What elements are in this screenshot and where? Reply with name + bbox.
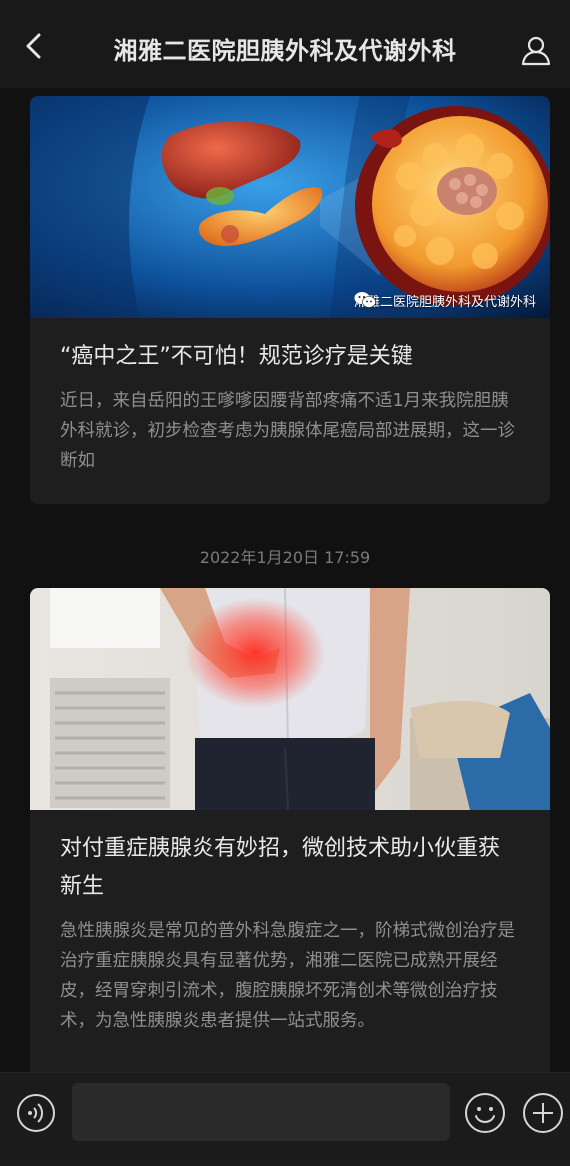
back-button[interactable] (14, 26, 54, 66)
wechat-icon (354, 292, 376, 308)
top-nav-bar: 湘雅二医院胆胰外科及代谢外科 (0, 0, 570, 88)
article-summary: 近日，来自岳阳的王嗲嗲因腰背部疼痛不适1月来我院胆胰外科就诊，初步检查考虑为胰腺… (60, 391, 515, 471)
article-title[interactable]: “癌中之王”不可怕！规范诊疗是关键 (30, 318, 550, 376)
voice-button[interactable] (16, 1093, 56, 1133)
more-button[interactable] (522, 1092, 564, 1134)
article-title[interactable]: 对付重症胰腺炎有妙招，微创技术助小伙重获新生 (30, 810, 550, 906)
cover-watermark: 湘雅二医院胆胰外科及代谢外科 (354, 291, 536, 310)
message-feed[interactable]: 湘雅二医院胆胰外科及代谢外科 “癌中之王”不可怕！规范诊疗是关键 近日，来自岳阳… (0, 88, 570, 1072)
voice-icon (17, 1094, 55, 1132)
watermark-text: 湘雅二医院胆胰外科及代谢外科 (353, 295, 536, 310)
message-timestamp: 2022年1月20日 17:59 (199, 548, 371, 567)
person-icon (521, 36, 551, 66)
emoji-button[interactable] (464, 1092, 506, 1134)
plus-icon (523, 1093, 563, 1133)
article-card[interactable]: 湘雅二医院胆胰外科及代谢外科 “癌中之王”不可怕！规范诊疗是关键 近日，来自岳阳… (30, 96, 550, 504)
abdominal-pain-photo (30, 588, 550, 810)
chat-input-bar (0, 1072, 570, 1166)
article-card[interactable]: 对付重症胰腺炎有妙招，微创技术助小伙重获新生 急性胰腺炎是常见的普外科急腹症之一… (30, 588, 550, 1072)
profile-button[interactable] (516, 30, 556, 70)
back-chevron-icon (26, 33, 41, 59)
article-cover-image[interactable]: 湘雅二医院胆胰外科及代谢外科 (30, 96, 550, 318)
message-input[interactable] (72, 1083, 450, 1141)
page-title: 湘雅二医院胆胰外科及代谢外科 (113, 36, 457, 65)
article-summary: 急性胰腺炎是常见的普外科急腹症之一，阶梯式微创治疗是治疗重症胰腺炎具有显著优势，… (60, 921, 515, 1031)
article-cover-image[interactable] (30, 588, 550, 810)
pancreas-illustration (30, 96, 550, 318)
official-account-chat-screen: 湘雅二医院胆胰外科及代谢外科 湘雅二医院胆胰外科及代谢外科 “癌中之王”不可怕！… (0, 0, 570, 1166)
emoji-icon (465, 1093, 505, 1133)
